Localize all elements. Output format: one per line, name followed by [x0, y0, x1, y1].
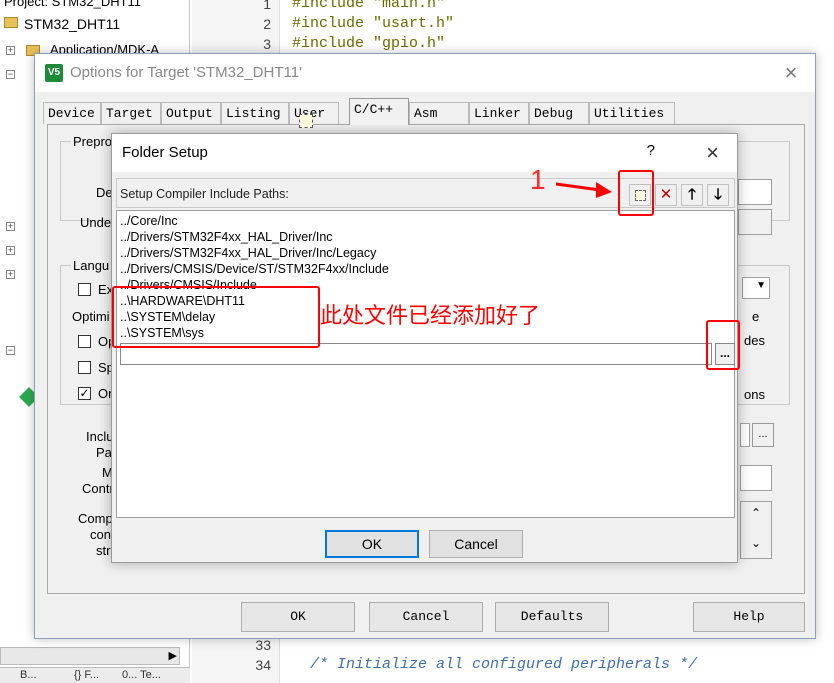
defaults-button[interactable]: Defaults — [495, 602, 609, 632]
right-label-des: des — [744, 333, 765, 348]
line-number: 1 — [263, 0, 271, 12]
horizontal-scrollbar[interactable]: ▶ — [0, 647, 180, 665]
code-line: #include "usart.h" — [292, 15, 455, 32]
line-number: 33 — [255, 637, 271, 653]
collapse-icon[interactable]: − — [6, 346, 15, 355]
project-root-icon — [4, 17, 18, 28]
compiler-control-string: ⌃ ⌄ — [740, 501, 772, 559]
include-paths-input[interactable] — [740, 423, 750, 447]
scroll-down-icon[interactable]: ⌄ — [751, 536, 761, 550]
tab-utilities[interactable]: Utilities — [589, 102, 675, 124]
new-item-cursor-icon — [299, 114, 313, 128]
project-bottom-tabs: B... {} F... 0... Te... — [0, 667, 190, 683]
list-item[interactable]: ../Drivers/CMSIS/Device/ST/STM32F4xx/Inc… — [120, 261, 389, 277]
annotation-note: 此处文件已经添加好了 — [320, 303, 541, 328]
line-number: 34 — [255, 657, 271, 673]
compiler-label: Comp — [78, 511, 113, 526]
project-title: Project: STM32_DHT11 — [4, 0, 142, 9]
expand-icon[interactable]: + — [6, 246, 15, 255]
define-input[interactable] — [738, 179, 772, 205]
line-number: 3 — [263, 36, 271, 52]
tab-target[interactable]: Target — [101, 102, 161, 124]
folder-ok-button[interactable]: OK — [325, 530, 419, 558]
annotation-box-new-folder — [618, 170, 654, 216]
list-item[interactable]: ../Core/Inc — [120, 213, 178, 229]
include-paths-label: Setup Compiler Include Paths: — [120, 187, 289, 201]
optimization-label: Optimi — [72, 309, 110, 324]
controls-label: Contr — [82, 481, 114, 496]
folder-cancel-button[interactable]: Cancel — [429, 530, 523, 558]
list-item[interactable]: ../Drivers/STM32F4xx_HAL_Driver/Inc/Lega… — [120, 245, 376, 261]
folder-setup-titlebar: Folder Setup ? × — [112, 134, 737, 172]
keil-app-icon: V5 — [45, 64, 63, 82]
tab-functions[interactable]: {} F... — [56, 669, 99, 683]
move-down-button[interactable]: 🡓 — [707, 184, 729, 206]
tab-output[interactable]: Output — [161, 102, 221, 124]
optimize-checkbox[interactable] — [78, 335, 91, 348]
annotation-arrow — [555, 182, 612, 198]
ok-button[interactable]: OK — [241, 602, 355, 632]
one-elf-checkbox[interactable]: ✓ — [78, 387, 91, 400]
tab-books[interactable]: B... — [2, 669, 37, 683]
help-icon[interactable]: ? — [647, 142, 655, 159]
project-root[interactable]: STM32_DHT11 — [24, 16, 120, 32]
delete-icon: ✕ — [659, 186, 673, 203]
group-label: Prepro — [71, 134, 115, 149]
collapse-icon[interactable]: − — [6, 70, 15, 79]
undefine-input[interactable] — [738, 209, 772, 235]
tab-listing[interactable]: Listing — [221, 102, 289, 124]
tab-linker[interactable]: Linker — [469, 102, 529, 124]
tab-templates[interactable]: 0... Te... — [104, 669, 161, 683]
undefine-label: Undef — [80, 215, 115, 230]
folder-setup-title: Folder Setup — [122, 144, 208, 161]
arrow-down-icon: 🡓 — [714, 186, 722, 203]
code-line: /* Initialize all configured peripherals… — [292, 656, 698, 673]
include-paths-list[interactable]: ../Core/Inc ../Drivers/STM32F4xx_HAL_Dri… — [116, 210, 735, 518]
expand-icon[interactable]: + — [6, 270, 15, 279]
include-label: Inclu — [86, 429, 114, 444]
language-select[interactable]: ▼ — [742, 277, 770, 299]
right-label-ons: ons — [744, 387, 765, 402]
options-title: Options for Target 'STM32_DHT11' — [70, 64, 302, 81]
close-icon[interactable]: × — [779, 60, 803, 86]
tab-c-cpp[interactable]: C/C++ — [349, 98, 409, 125]
scroll-up-icon[interactable]: ⌃ — [751, 506, 761, 520]
code-line: #include "gpio.h" — [292, 35, 446, 52]
tab-device[interactable]: Device — [43, 102, 101, 124]
include-browse-button[interactable]: ... — [752, 423, 774, 447]
line-number: 2 — [263, 16, 271, 32]
split-checkbox[interactable] — [78, 361, 91, 374]
list-item[interactable]: ../Drivers/STM32F4xx_HAL_Driver/Inc — [120, 229, 333, 245]
dropdown-arrow-icon: ▼ — [756, 280, 766, 291]
arrow-up-icon: 🡑 — [688, 186, 696, 203]
move-up-button[interactable]: 🡑 — [681, 184, 703, 206]
scroll-right-icon[interactable]: ▶ — [169, 649, 177, 662]
code-line: #include "main.h" — [292, 0, 446, 12]
misc-controls-input[interactable] — [740, 465, 772, 491]
expand-icon[interactable]: + — [6, 46, 15, 55]
right-label-e: e — [752, 309, 760, 324]
expand-icon[interactable]: + — [6, 222, 15, 231]
annotation-box-browse — [706, 320, 740, 370]
tab-asm[interactable]: Asm — [409, 102, 469, 124]
delete-button[interactable]: ✕ — [655, 184, 677, 206]
tab-debug[interactable]: Debug — [529, 102, 589, 124]
tab-user[interactable]: User — [289, 102, 339, 124]
help-button[interactable]: Help — [693, 602, 805, 632]
group-label: Langu — [71, 258, 112, 273]
annotation-number: 1 — [530, 164, 546, 195]
execute-only-checkbox[interactable] — [78, 283, 91, 296]
cancel-button[interactable]: Cancel — [369, 602, 483, 632]
annotation-box-added-paths — [112, 286, 320, 348]
options-titlebar: V5 Options for Target 'STM32_DHT11' × — [35, 54, 815, 92]
close-icon[interactable]: × — [706, 140, 719, 166]
control-label: con — [90, 527, 111, 542]
